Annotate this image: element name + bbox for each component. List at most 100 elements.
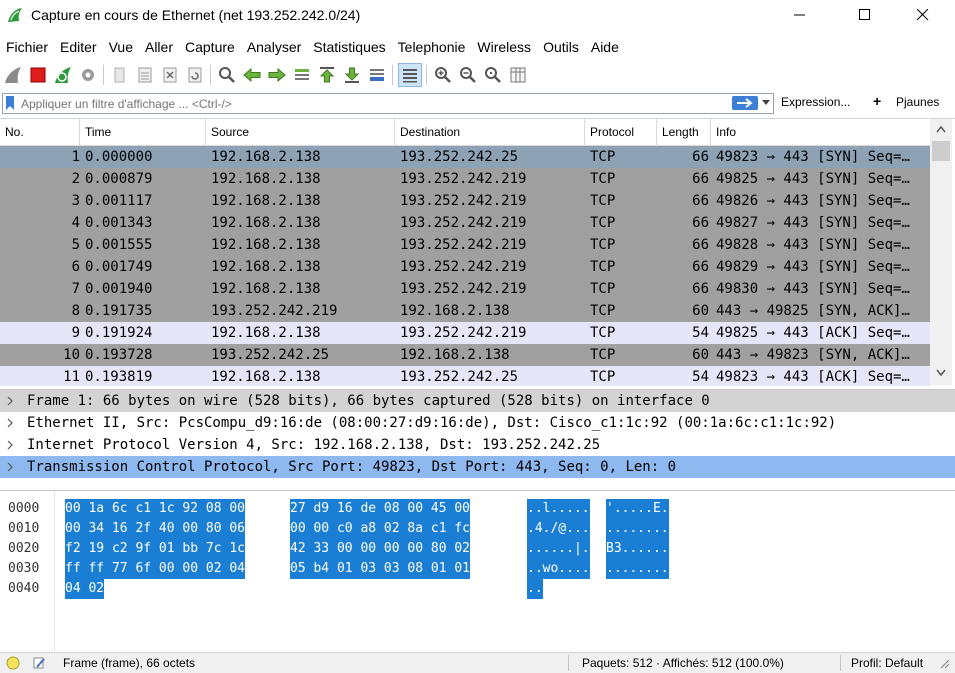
chevron-right-icon[interactable]	[6, 390, 14, 412]
resize-grip-icon[interactable]	[938, 657, 950, 669]
packet-row[interactable]: 10 0.193728 193.252.242.25 192.168.2.138 TCP…	[0, 344, 930, 366]
status-profile[interactable]: Profil: Default	[851, 656, 923, 670]
first-packet-button[interactable]	[316, 64, 338, 86]
packet-cell-time: 0.001940	[85, 281, 153, 297]
normal-size-button[interactable]	[482, 64, 504, 86]
hex-bytes[interactable]: f2 19 c2 9f 01 bb 7c 1c	[65, 539, 246, 559]
menu-outils[interactable]: Outils	[537, 36, 585, 58]
auto-scroll-button[interactable]	[366, 64, 388, 86]
hex-bytes[interactable]: 04 02	[65, 579, 105, 599]
hex-ascii[interactable]: ........	[606, 519, 669, 539]
menu-telephonie[interactable]: Telephonie	[392, 36, 472, 58]
packet-row[interactable]: 1 0.000000 192.168.2.138 193.252.242.25 TCP 6…	[0, 146, 930, 168]
hex-bytes[interactable]: 00 34 16 2f 40 00 80 06	[65, 519, 246, 539]
scroll-up-icon[interactable]	[936, 125, 946, 133]
add-filter-button-icon[interactable]: +	[873, 93, 881, 109]
display-filter-input[interactable]	[21, 94, 711, 113]
column-header-time[interactable]: Time	[80, 119, 206, 145]
minimize-button[interactable]	[777, 0, 823, 30]
bookmark-icon[interactable]	[6, 96, 14, 110]
packet-row[interactable]: 6 0.001749 192.168.2.138 193.252.242.219 TCP…	[0, 256, 930, 278]
close-file-button[interactable]	[159, 64, 181, 86]
packet-row[interactable]: 3 0.001117 192.168.2.138 193.252.242.219 TCP…	[0, 190, 930, 212]
menu-capture[interactable]: Capture	[179, 36, 241, 58]
restart-capture-button[interactable]	[52, 64, 74, 86]
arrow-down-icon	[344, 67, 359, 83]
menu-statistiques[interactable]: Statistiques	[307, 36, 391, 58]
detail-tree-item[interactable]: Frame 1: 66 bytes on wire (528 bits), 66…	[0, 390, 955, 412]
column-header-source[interactable]: Source	[206, 119, 395, 145]
menu-fichier[interactable]: Fichier	[0, 36, 54, 58]
resize-columns-button[interactable]	[507, 64, 529, 86]
go-to-packet-button[interactable]	[291, 64, 313, 86]
hex-ascii[interactable]: ........	[606, 559, 669, 579]
hex-bytes[interactable]: 00 1a 6c c1 1c 92 08 00	[65, 499, 246, 519]
hex-bytes[interactable]: 00 00 c0 a8 02 8a c1 fc	[290, 519, 471, 539]
scrollbar-thumb[interactable]	[932, 141, 950, 161]
column-header-protocol[interactable]: Protocol	[585, 119, 657, 145]
column-header-info[interactable]: Info	[711, 119, 930, 145]
packet-row[interactable]: 2 0.000879 192.168.2.138 193.252.242.219 TCP…	[0, 168, 930, 190]
packet-row[interactable]: 8 0.191735 193.252.242.219 192.168.2.138 TCP…	[0, 300, 930, 322]
hex-ascii[interactable]: ..l.....	[527, 499, 590, 519]
packet-row[interactable]: 7 0.001940 192.168.2.138 193.252.242.219 TCP…	[0, 278, 930, 300]
expert-info-icon[interactable]	[6, 656, 20, 670]
packet-cell-proto: TCP	[590, 369, 616, 385]
apply-filter-button[interactable]	[732, 96, 758, 110]
colorize-button[interactable]	[397, 63, 422, 87]
hex-ascii[interactable]: ..	[527, 579, 543, 599]
go-back-button[interactable]	[241, 64, 263, 86]
capture-options-button[interactable]	[77, 64, 99, 86]
packet-cell-len: 60	[692, 347, 709, 363]
status-frame-info: Frame (frame), 66 octets	[63, 656, 196, 670]
start-capture-button[interactable]	[2, 64, 24, 86]
packet-list-scrollbar[interactable]	[930, 119, 952, 385]
column-header-destination[interactable]: Destination	[395, 119, 585, 145]
chevron-right-icon[interactable]	[6, 434, 14, 456]
detail-tree-item[interactable]: Internet Protocol Version 4, Src: 192.16…	[0, 434, 955, 456]
menu-vue[interactable]: Vue	[103, 36, 139, 58]
packet-row[interactable]: 11 0.193819 192.168.2.138 193.252.242.25 TCP…	[0, 366, 930, 386]
stop-capture-button[interactable]	[27, 64, 49, 86]
hex-ascii[interactable]: ..wo....	[527, 559, 590, 579]
reload-file-button[interactable]	[184, 64, 206, 86]
find-packet-button[interactable]	[216, 64, 238, 86]
filter-button-pjaunes[interactable]: Pjaunes	[896, 95, 939, 109]
detail-tree-item[interactable]: Transmission Control Protocol, Src Port:…	[0, 456, 955, 478]
column-header-length[interactable]: Length	[657, 119, 711, 145]
chevron-right-icon[interactable]	[6, 456, 14, 478]
hex-bytes[interactable]: 27 d9 16 de 08 00 45 00	[290, 499, 471, 519]
open-file-button[interactable]	[109, 64, 131, 86]
chevron-right-icon[interactable]	[6, 412, 14, 434]
packet-row[interactable]: 4 0.001343 192.168.2.138 193.252.242.219 TCP…	[0, 212, 930, 234]
menu-aller[interactable]: Aller	[139, 36, 179, 58]
packet-cell-len: 66	[692, 193, 709, 209]
detail-tree-item[interactable]: Ethernet II, Src: PcsCompu_d9:16:de (08:…	[0, 412, 955, 434]
packet-row[interactable]: 5 0.001555 192.168.2.138 193.252.242.219 TCP…	[0, 234, 930, 256]
save-file-button[interactable]	[134, 64, 156, 86]
close-button[interactable]	[900, 0, 946, 30]
zoom-out-button[interactable]	[457, 64, 479, 86]
packet-row[interactable]: 9 0.191924 192.168.2.138 193.252.242.219 TCP…	[0, 322, 930, 344]
scroll-down-icon[interactable]	[936, 369, 946, 377]
last-packet-button[interactable]	[341, 64, 363, 86]
capture-comment-icon[interactable]	[32, 656, 46, 670]
hex-ascii[interactable]: .4./@...	[527, 519, 590, 539]
zoom-in-button[interactable]	[432, 64, 454, 86]
menu-aide[interactable]: Aide	[585, 36, 625, 58]
hex-ascii[interactable]: ......|.	[527, 539, 590, 559]
packet-cell-proto: TCP	[590, 281, 616, 297]
column-header-no[interactable]: No.	[0, 119, 80, 145]
menu-analyser[interactable]: Analyser	[241, 36, 307, 58]
hex-ascii[interactable]: '.....E.	[606, 499, 669, 519]
go-forward-button[interactable]	[266, 64, 288, 86]
maximize-button[interactable]	[842, 0, 888, 30]
filter-history-dropdown[interactable]	[761, 96, 771, 110]
menu-wireless[interactable]: Wireless	[471, 36, 537, 58]
hex-bytes[interactable]: 42 33 00 00 00 00 80 02	[290, 539, 471, 559]
hex-bytes[interactable]: ff ff 77 6f 00 00 02 04	[65, 559, 246, 579]
hex-bytes[interactable]: 05 b4 01 03 03 08 01 01	[290, 559, 471, 579]
menu-editer[interactable]: Editer	[54, 36, 103, 58]
expression-button[interactable]: Expression...	[781, 95, 850, 109]
hex-ascii[interactable]: B3......	[606, 539, 669, 559]
